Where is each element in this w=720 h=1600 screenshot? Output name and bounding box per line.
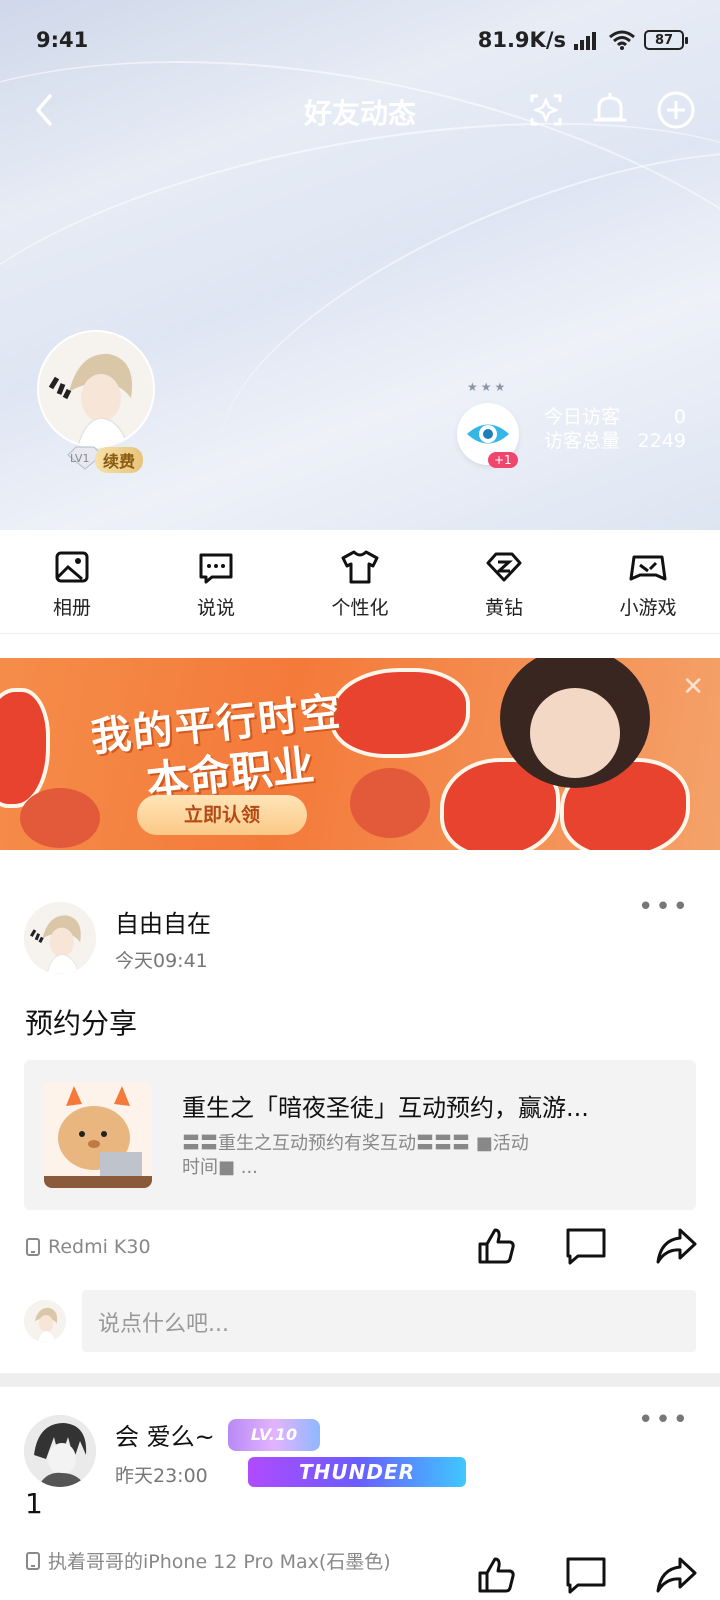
quick-item-personalize[interactable]: 个性化	[288, 530, 432, 633]
quick-item-label: 小游戏	[619, 597, 677, 619]
diamond-icon	[486, 552, 522, 582]
like-icon[interactable]	[474, 1553, 518, 1597]
anime-avatar-art	[24, 1300, 66, 1342]
status-right: 81.9K/s 87	[477, 28, 688, 52]
anime-avatar-art	[39, 332, 153, 446]
network-speed: 81.9K/s	[477, 28, 566, 52]
post-text: 1	[25, 1487, 43, 1520]
post-author-name[interactable]: 会 爱么~	[115, 1417, 215, 1452]
quick-menu: 相册 说说 个性化 黄钻 小游戏	[0, 530, 720, 634]
post-text: 预约分享	[25, 1007, 138, 1040]
promo-banner[interactable]: 我的平行时空 本命职业 立即认领 ✕	[0, 658, 720, 850]
anime-avatar-art	[24, 902, 96, 974]
post-device: Redmi K30	[26, 1236, 151, 1258]
quick-item-minigame[interactable]: 小游戏	[576, 530, 720, 633]
profile-avatar[interactable]	[37, 330, 155, 448]
crab-decoration	[20, 788, 100, 848]
status-time: 9:41	[36, 28, 89, 52]
phone-icon	[26, 1238, 40, 1256]
koi-decoration	[330, 668, 470, 758]
card-thumbnail	[44, 1082, 152, 1188]
card-description: 〓〓重生之互动预约有奖互动〓〓〓 ■活动时间■ ...	[182, 1133, 529, 1178]
post-divider	[0, 1373, 720, 1387]
character-face	[530, 688, 620, 778]
post-timestamp: 昨天23:00	[115, 1465, 208, 1487]
feed-post: 会 爱么~ LV.10 昨天23:00 THUNDER ••• 1 执着哥哥的i…	[0, 1387, 720, 1600]
anime-avatar-art	[24, 1415, 96, 1487]
visitor-stats[interactable]: 今日访客 0 访客总量 2249	[544, 405, 686, 453]
share-icon[interactable]	[654, 1224, 698, 1268]
current-user-avatar	[24, 1300, 66, 1342]
today-visitors-value: 0	[673, 406, 686, 428]
post-author-avatar[interactable]	[24, 902, 96, 974]
banner-claim-button[interactable]: 立即认领	[137, 795, 307, 835]
photo-album-icon	[55, 551, 89, 583]
phone-icon	[26, 1551, 40, 1570]
feed-post: 自由自在 今天09:41 ••• 预约分享 重生之「暗夜圣徒」互动预约，赢游..…	[0, 850, 720, 1370]
renew-button[interactable]: 续费	[95, 447, 144, 473]
level-text: LV1	[70, 452, 90, 465]
post-author-avatar[interactable]	[24, 1415, 96, 1487]
status-bar: 9:41 81.9K/s 87	[36, 28, 688, 58]
quick-item-label: 相册	[52, 597, 91, 619]
total-visitors-value: 2249	[637, 430, 686, 452]
comment-icon[interactable]	[564, 1224, 608, 1268]
quick-item-yellow-diamond[interactable]: 黄钻	[432, 530, 576, 633]
thunder-badge: THUNDER	[248, 1457, 466, 1487]
more-options-icon[interactable]: •••	[638, 892, 690, 922]
new-visitor-badge: +1	[488, 452, 518, 468]
post-timestamp: 今天09:41	[115, 950, 208, 972]
device-name: Redmi K30	[48, 1236, 151, 1258]
post-device: 执着哥哥的iPhone 12 Pro Max(石墨色)	[26, 1547, 391, 1574]
quick-item-album[interactable]: 相册	[0, 530, 144, 633]
banner-close-icon[interactable]: ✕	[682, 672, 704, 702]
gamepad-icon	[629, 555, 667, 581]
total-visitors-label: 访客总量	[544, 430, 621, 452]
device-name: 执着哥哥的iPhone 12 Pro Max(石墨色)	[48, 1551, 391, 1573]
bell-icon[interactable]	[588, 88, 632, 132]
tshirt-icon	[341, 550, 379, 584]
share-icon[interactable]	[654, 1553, 698, 1597]
shared-link-card[interactable]: 重生之「暗夜圣徒」互动预约，赢游... 〓〓重生之互动预约有奖互动〓〓〓 ■活动…	[24, 1060, 696, 1210]
stars-decoration: ★★★	[467, 380, 509, 394]
today-visitors-label: 今日访客	[544, 406, 621, 428]
more-options-icon[interactable]: •••	[638, 1405, 690, 1435]
signal-icon	[574, 32, 596, 50]
card-title: 重生之「暗夜圣徒」互动预约，赢游...	[182, 1094, 589, 1122]
vip-level-badge: LV.10	[228, 1419, 320, 1451]
comment-row: 说点什么吧...	[0, 1290, 720, 1352]
wifi-icon	[609, 30, 635, 50]
chat-bubble-icon	[199, 553, 233, 584]
bear-laptop-illustration	[44, 1082, 152, 1188]
comment-icon[interactable]	[564, 1553, 608, 1597]
quick-item-label: 黄钻	[484, 597, 523, 619]
crab-decoration	[350, 768, 430, 838]
like-icon[interactable]	[474, 1224, 518, 1268]
comment-input[interactable]: 说点什么吧...	[82, 1290, 696, 1352]
quick-item-label: 个性化	[331, 597, 389, 619]
quick-item-label: 说说	[196, 597, 235, 619]
battery-indicator: 87	[644, 30, 688, 50]
top-nav: 好友动态	[0, 80, 720, 140]
post-author-name[interactable]: 自由自在	[115, 904, 211, 939]
sparkle-edit-icon[interactable]	[524, 88, 568, 132]
profile-header: 9:41 81.9K/s 87 好友动态 LV1 续费 ★★★ +1 今日访客 0…	[0, 0, 720, 530]
quick-item-shuoshuo[interactable]: 说说	[144, 530, 288, 633]
add-icon[interactable]	[654, 88, 698, 132]
